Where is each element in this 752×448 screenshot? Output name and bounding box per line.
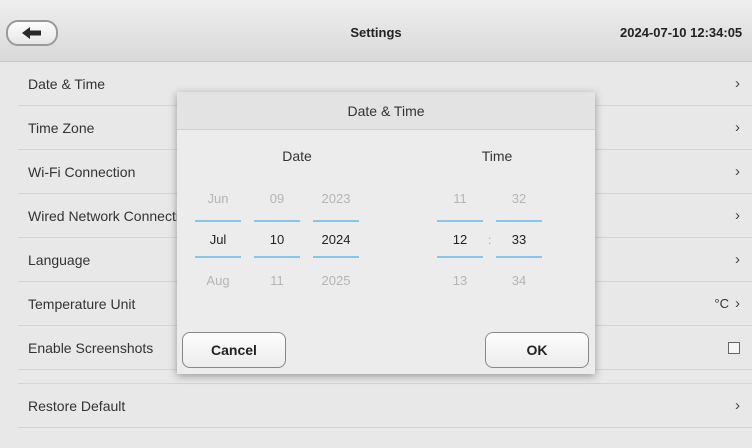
month-next[interactable]: Aug	[195, 258, 241, 302]
settings-item-label: Wi-Fi Connection	[28, 163, 136, 180]
month-prev[interactable]: Jun	[195, 176, 241, 220]
date-time-dialog: Date & Time Date Time Jun Jul Aug 09 10 …	[177, 92, 595, 374]
settings-item-label: Wired Network Connection	[28, 207, 195, 224]
minute-next[interactable]: 34	[496, 258, 542, 302]
day-picker[interactable]: 09 10 11	[254, 176, 300, 302]
time-separator: :	[488, 233, 492, 247]
settings-item-restore-default[interactable]: Restore Default ›	[18, 384, 752, 428]
month-picker[interactable]: Jun Jul Aug	[195, 176, 241, 302]
day-selected[interactable]: 10	[254, 220, 300, 258]
settings-item-label: Time Zone	[28, 119, 95, 136]
chevron-right-icon: ›	[735, 207, 740, 224]
day-next[interactable]: 11	[254, 258, 300, 302]
time-column-title: Time	[481, 148, 513, 164]
title-bar: Settings 2024-07-10 12:34:05	[0, 0, 752, 62]
chevron-right-icon: ›	[735, 119, 740, 136]
settings-item-label: Enable Screenshots	[28, 339, 154, 356]
temperature-unit-value: °C	[714, 296, 729, 311]
settings-item-label: Date & Time	[28, 75, 106, 92]
chevron-right-icon: ›	[735, 295, 740, 312]
chevron-right-icon: ›	[735, 75, 740, 92]
screenshots-checkbox[interactable]	[728, 341, 740, 354]
ok-button[interactable]: OK	[485, 332, 589, 368]
settings-item-label: Restore Default	[28, 397, 126, 414]
year-next[interactable]: 2025	[313, 258, 359, 302]
cancel-button[interactable]: Cancel	[182, 332, 286, 368]
date-column-title: Date	[282, 148, 312, 164]
minute-picker[interactable]: 32 33 34	[496, 176, 542, 302]
settings-item-label: Language	[28, 251, 91, 268]
hour-selected[interactable]: 12	[437, 220, 483, 258]
chevron-right-icon: ›	[735, 397, 740, 414]
dialog-title: Date & Time	[177, 92, 595, 130]
minute-selected[interactable]: 33	[496, 220, 542, 258]
day-prev[interactable]: 09	[254, 176, 300, 220]
month-selected[interactable]: Jul	[195, 220, 241, 258]
year-prev[interactable]: 2023	[313, 176, 359, 220]
settings-item-label: Temperature Unit	[28, 295, 136, 312]
chevron-right-icon: ›	[735, 251, 740, 268]
chevron-right-icon: ›	[735, 163, 740, 180]
hour-prev[interactable]: 11	[437, 176, 483, 220]
year-selected[interactable]: 2024	[313, 220, 359, 258]
minute-prev[interactable]: 32	[496, 176, 542, 220]
hour-picker[interactable]: 11 12 13	[437, 176, 483, 302]
year-picker[interactable]: 2023 2024 2025	[313, 176, 359, 302]
hour-next[interactable]: 13	[437, 258, 483, 302]
clock: 2024-07-10 12:34:05	[620, 25, 743, 40]
